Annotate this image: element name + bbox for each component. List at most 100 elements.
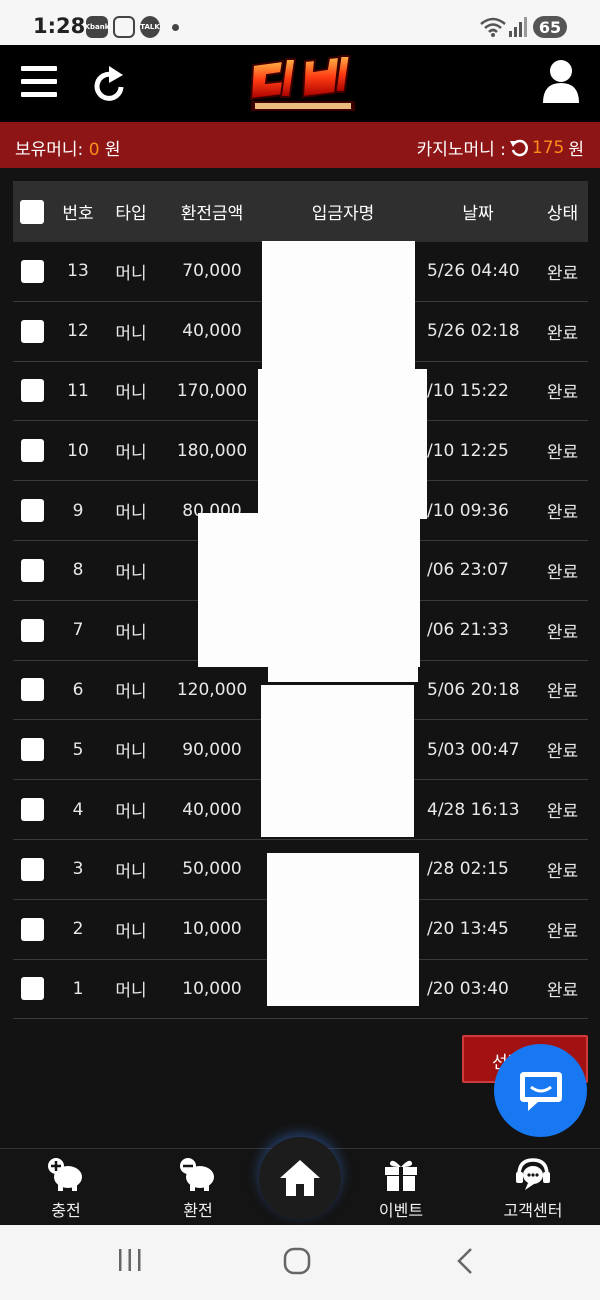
- select-all-checkbox[interactable]: [20, 199, 44, 224]
- row-checkbox[interactable]: [20, 857, 44, 881]
- chat-button[interactable]: [494, 1044, 587, 1137]
- scan-icon: [113, 16, 135, 38]
- row-type: 머니: [115, 981, 147, 1002]
- kakaotalk-icon: TALK: [140, 16, 160, 38]
- row-checkbox-cell: [13, 319, 51, 343]
- refresh-icon[interactable]: [93, 65, 127, 103]
- row-date: /10 12:25: [427, 440, 509, 461]
- row-checkbox-cell: [13, 917, 51, 941]
- wifi-icon: [480, 17, 506, 37]
- row-checkbox[interactable]: [20, 319, 44, 343]
- row-status: 완료: [546, 263, 579, 284]
- holding-money: 보유머니: 0 원: [15, 135, 121, 160]
- back-icon[interactable]: [455, 1247, 475, 1275]
- signal-icon: [509, 17, 527, 37]
- row-date: /06 23:07: [427, 560, 509, 581]
- nav-withdraw[interactable]: 환전: [153, 1157, 243, 1221]
- row-number: 11: [67, 380, 89, 401]
- row-type: 머니: [115, 682, 147, 703]
- nav-withdraw-label: 환전: [183, 1201, 213, 1220]
- home-icon: [280, 1160, 320, 1196]
- row-date: /10 15:22: [427, 380, 509, 401]
- row-checkbox-cell: [13, 618, 51, 642]
- row-amount: 10,000: [182, 919, 242, 940]
- nav-deposit[interactable]: 충전: [21, 1157, 111, 1221]
- battery-icon: 65: [533, 16, 567, 38]
- deposit-piggy-icon: [48, 1158, 82, 1191]
- row-checkbox[interactable]: [20, 977, 44, 1001]
- row-type: 머니: [115, 323, 147, 344]
- casino-money: 카지노머니 : 175 원: [416, 135, 584, 161]
- row-checkbox[interactable]: [20, 738, 44, 762]
- row-number: 5: [72, 739, 84, 760]
- row-checkbox-cell: [13, 499, 51, 523]
- row-number: 12: [67, 321, 89, 342]
- row-checkbox[interactable]: [20, 798, 44, 822]
- row-checkbox[interactable]: [20, 558, 44, 582]
- row-checkbox-cell: [13, 558, 51, 582]
- row-checkbox-cell: [13, 738, 51, 762]
- casino-refresh-icon[interactable]: [509, 139, 528, 157]
- row-checkbox[interactable]: [20, 618, 44, 642]
- row-amount: 70,000: [182, 261, 242, 282]
- row-date: 4/28 16:13: [427, 799, 520, 820]
- row-checkbox[interactable]: [20, 917, 44, 941]
- table-header: 번호 타입 환전금액 입금자명 날짜 상태: [13, 181, 588, 242]
- logo[interactable]: [245, 53, 361, 115]
- row-status: 완료: [546, 921, 579, 942]
- row-number: 6: [72, 679, 84, 700]
- menu-icon[interactable]: [21, 66, 57, 102]
- header-depositor: 입금자명: [311, 204, 375, 224]
- status-time: 1:28: [33, 14, 86, 38]
- row-checkbox[interactable]: [20, 259, 44, 283]
- row-status: 완료: [546, 383, 579, 404]
- row-amount: 90,000: [182, 739, 242, 760]
- row-number: 13: [67, 261, 89, 282]
- home-system-icon[interactable]: [283, 1247, 311, 1275]
- row-type: 머니: [115, 383, 147, 404]
- row-number: 8: [72, 560, 84, 581]
- row-date: /06 21:33: [427, 620, 509, 641]
- bottom-nav: 충전 환전 이벤트 고객센터: [0, 1137, 600, 1225]
- row-type: 머니: [115, 263, 147, 284]
- row-amount: 120,000: [176, 679, 248, 700]
- row-number: 3: [72, 859, 84, 880]
- support-headset-icon: [516, 1158, 550, 1190]
- row-status: 완료: [546, 742, 579, 763]
- recent-apps-icon[interactable]: [117, 1247, 143, 1273]
- header-number: 번호: [62, 204, 94, 224]
- row-status: 완료: [546, 622, 579, 643]
- row-number: 2: [72, 919, 84, 940]
- redaction-box: [267, 853, 419, 1006]
- row-type: 머니: [115, 921, 147, 942]
- nav-support[interactable]: 고객센터: [488, 1157, 578, 1221]
- chat-bubble-icon: [519, 1071, 562, 1111]
- redaction-box: [258, 369, 427, 519]
- row-amount: 40,000: [182, 321, 242, 342]
- row-number: 10: [67, 440, 89, 461]
- nav-event[interactable]: 이벤트: [356, 1157, 446, 1221]
- row-checkbox-cell: [13, 259, 51, 283]
- row-type: 머니: [115, 503, 147, 524]
- nav-home-button[interactable]: [259, 1137, 341, 1219]
- row-date: /28 02:15: [427, 859, 509, 880]
- holding-money-unit: 원: [99, 140, 121, 160]
- casino-money-label: 카지노머니 :: [416, 140, 506, 160]
- app-header: [0, 45, 600, 122]
- row-checkbox[interactable]: [20, 439, 44, 463]
- redaction-box: [198, 513, 420, 667]
- row-checkbox-cell: [13, 379, 51, 403]
- system-nav-bar: [0, 1225, 600, 1300]
- row-checkbox[interactable]: [20, 379, 44, 403]
- row-checkbox-cell: [13, 977, 51, 1001]
- withdraw-piggy-icon: [180, 1158, 214, 1191]
- row-type: 머니: [115, 802, 147, 823]
- casino-money-value: 175: [531, 137, 565, 158]
- user-icon[interactable]: [541, 59, 581, 103]
- row-checkbox[interactable]: [20, 499, 44, 523]
- nav-support-label: 고객센터: [503, 1201, 563, 1220]
- row-status: 완료: [546, 323, 579, 344]
- header-amount: 환전금액: [180, 204, 244, 224]
- row-number: 4: [72, 799, 84, 820]
- row-checkbox[interactable]: [20, 678, 44, 702]
